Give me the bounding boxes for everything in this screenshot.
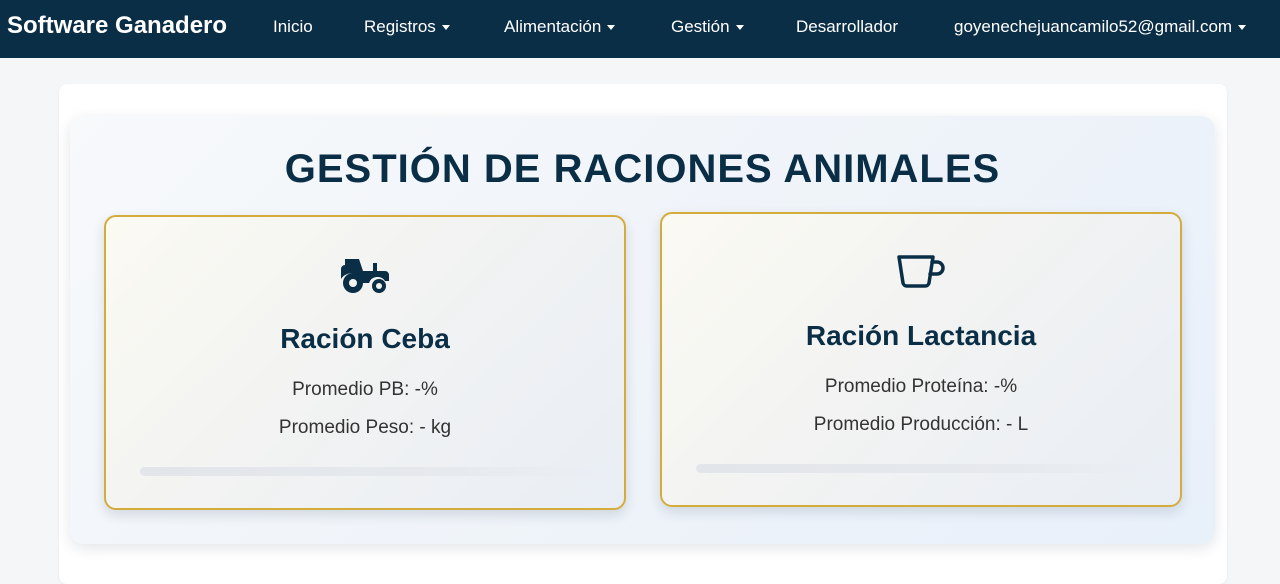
nav-item-label: Alimentación	[504, 17, 602, 36]
user-menu[interactable]: goyenechejuancamilo52@gmail.com	[954, 17, 1247, 37]
tractor-icon	[106, 253, 624, 295]
caret-down-icon	[1238, 25, 1247, 30]
nav-item-desarrollador[interactable]: Desarrollador	[796, 17, 898, 37]
nav-item-registros[interactable]: Registros	[364, 17, 450, 37]
card-title: Ración Ceba	[280, 323, 450, 354]
brand-logo[interactable]: Software Ganadero	[7, 12, 227, 40]
caret-down-icon	[607, 25, 616, 30]
card-stat-proteina: Promedio Proteína: -%	[824, 376, 1018, 397]
card-title: Ración Lactancia	[805, 320, 1037, 351]
top-navbar: Software Ganadero Inicio Registros Alime…	[0, 0, 1280, 58]
card-stat-produccion: Promedio Producción: - L	[813, 414, 1029, 435]
card-stat-pb: Promedio PB: -%	[292, 379, 438, 400]
caret-down-icon	[735, 25, 744, 30]
nav-item-inicio[interactable]: Inicio	[273, 17, 313, 37]
card-racion-ceba[interactable]: Ración Ceba Promedio PB: -% Promedio Pes…	[104, 215, 626, 510]
nav-item-label: Gestión	[671, 17, 730, 36]
card-progress-bar	[140, 467, 592, 476]
user-email: goyenechejuancamilo52@gmail.com	[954, 17, 1233, 36]
caret-down-icon	[441, 25, 450, 30]
nav-item-alimentacion[interactable]: Alimentación	[504, 17, 616, 37]
card-racion-lactancia[interactable]: Ración Lactancia Promedio Proteína: -% P…	[660, 212, 1182, 507]
nav-item-label: Desarrollador	[796, 17, 899, 36]
card-progress-bar	[696, 464, 1148, 473]
cup-icon	[662, 252, 1180, 290]
nav-item-gestion[interactable]: Gestión	[671, 17, 744, 37]
nav-item-label: Registros	[364, 17, 436, 36]
card-stat-peso: Promedio Peso: - kg	[278, 417, 452, 438]
nav-item-label: Inicio	[273, 17, 313, 36]
page-title: GESTIÓN DE RACIONES ANIMALES	[284, 147, 1001, 191]
